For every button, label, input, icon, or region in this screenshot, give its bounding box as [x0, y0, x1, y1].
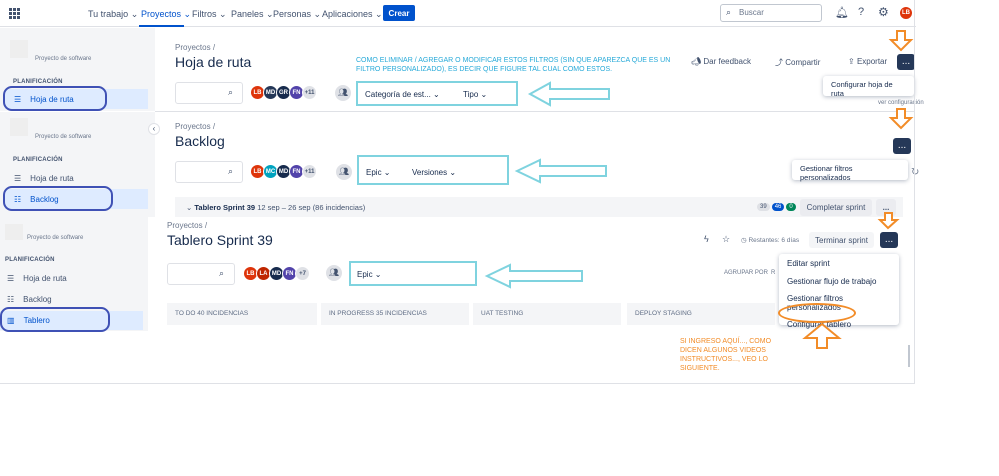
cyan-arrow-2: [514, 158, 607, 184]
annotation-arrows: [484, 30, 914, 349]
orange-arrow-up: [802, 322, 842, 349]
orange-arrow-2: [888, 108, 914, 130]
cyan-arrow-3: [484, 263, 583, 289]
orange-arrow-3: [877, 212, 900, 230]
cyan-arrow-1: [527, 81, 610, 107]
orange-arrow-1: [888, 30, 914, 52]
